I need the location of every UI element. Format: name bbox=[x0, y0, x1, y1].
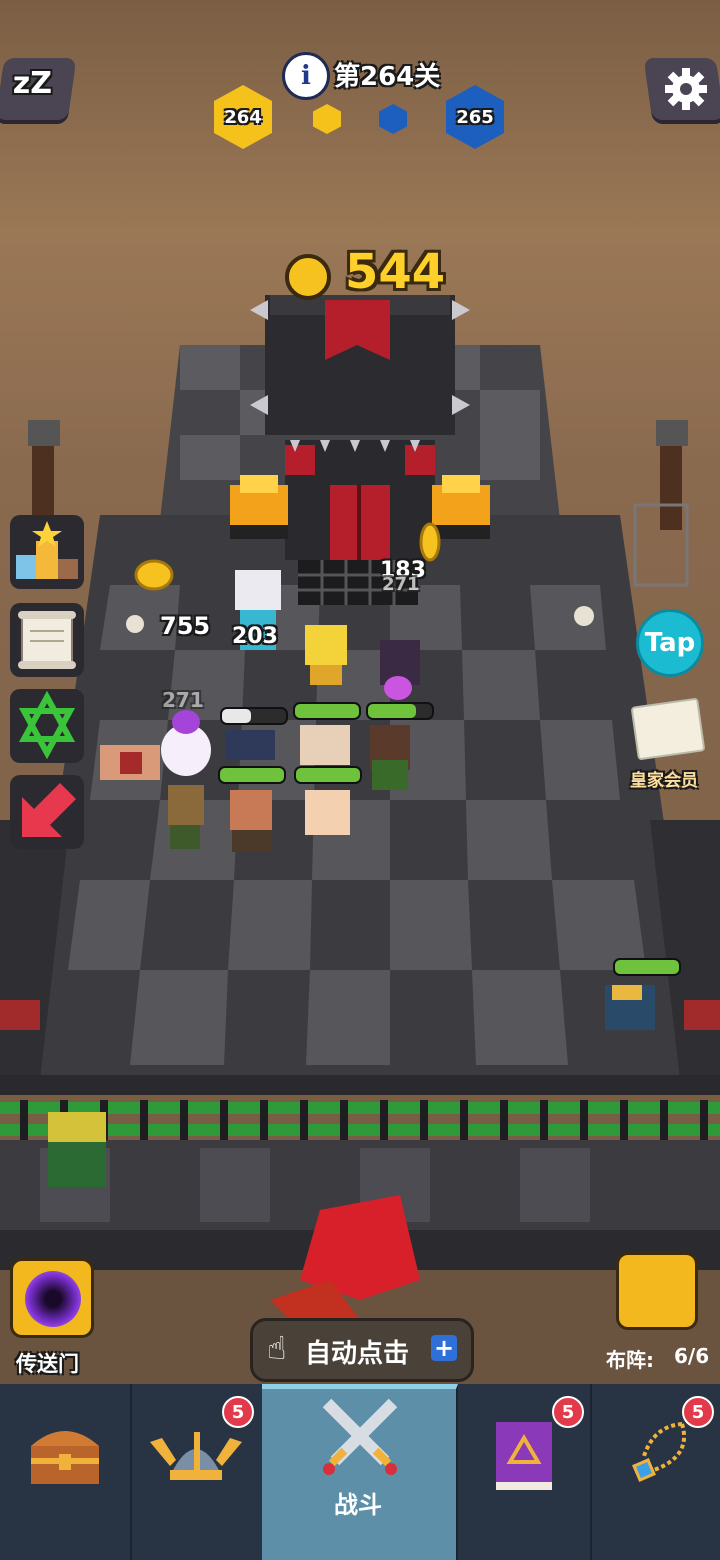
health-bar bbox=[613, 958, 681, 976]
health-bar bbox=[293, 702, 361, 720]
tab-battle[interactable]: 战斗 bbox=[262, 1384, 458, 1560]
formation-button[interactable]: 布阵: 6/6 bbox=[606, 1252, 716, 1372]
kill-count: 755 bbox=[160, 612, 211, 640]
viking-helmet-icon bbox=[150, 1432, 242, 1480]
tab-battle-label: 战斗 bbox=[334, 1491, 382, 1519]
tab-treasure[interactable] bbox=[0, 1384, 132, 1560]
notification-badge: 5 bbox=[222, 1396, 254, 1428]
level-indicator: i 第264关 bbox=[282, 50, 452, 100]
pointer-hand-icon: ☝ bbox=[267, 1329, 287, 1367]
crossed-swords-icon bbox=[322, 1398, 398, 1475]
tab-spellbook[interactable]: 5 bbox=[458, 1384, 592, 1560]
treasure-chest-icon bbox=[31, 1431, 99, 1484]
auto-click-button[interactable]: ☝ 自动点击 + bbox=[250, 1318, 474, 1382]
royal-membership-button[interactable]: 皇家会员 bbox=[628, 697, 708, 792]
portal-button[interactable]: 传送门 bbox=[10, 1258, 96, 1378]
bottom-tab-bar: 5 战斗 5 5 bbox=[0, 1384, 720, 1560]
health-bar bbox=[294, 766, 362, 784]
health-bar bbox=[220, 707, 288, 725]
zzz-icon: zZ bbox=[12, 66, 52, 101]
coin-counter: 544 bbox=[285, 244, 455, 306]
damage-number: 203 bbox=[232, 624, 278, 649]
tab-heroes[interactable]: 5 bbox=[130, 1384, 264, 1560]
hexagram-icon bbox=[18, 690, 76, 760]
coin-icon bbox=[285, 254, 331, 300]
leaderboard-button[interactable] bbox=[10, 515, 84, 589]
arrow-icon bbox=[22, 783, 76, 837]
amulet-icon bbox=[632, 1422, 687, 1482]
gear-icon bbox=[665, 68, 707, 110]
portal-icon bbox=[10, 1258, 94, 1338]
scroll-icon bbox=[18, 611, 76, 669]
health-bar bbox=[366, 702, 434, 720]
notification-badge: 5 bbox=[682, 1396, 714, 1428]
spellbook-icon bbox=[496, 1422, 552, 1490]
damage-number: 271 bbox=[162, 688, 204, 712]
royal-card-icon bbox=[630, 697, 706, 761]
info-icon[interactable]: i bbox=[282, 52, 330, 100]
settings-button[interactable] bbox=[643, 58, 720, 120]
tab-equipment[interactable]: 5 bbox=[590, 1384, 720, 1560]
hexagram-button[interactable] bbox=[10, 689, 84, 763]
level-label: 第264关 bbox=[334, 62, 441, 92]
notification-badge: 5 bbox=[552, 1396, 584, 1428]
plus-icon: + bbox=[431, 1335, 457, 1361]
damage-number: 271 bbox=[382, 574, 420, 595]
tap-button[interactable]: Tap bbox=[636, 609, 704, 677]
sleep-button[interactable]: zZ bbox=[0, 58, 77, 120]
podium-icon bbox=[16, 521, 78, 579]
arrow-button[interactable] bbox=[10, 775, 84, 849]
formation-icon bbox=[616, 1252, 698, 1330]
health-bar bbox=[218, 766, 286, 784]
quest-scroll-button[interactable] bbox=[10, 603, 84, 677]
